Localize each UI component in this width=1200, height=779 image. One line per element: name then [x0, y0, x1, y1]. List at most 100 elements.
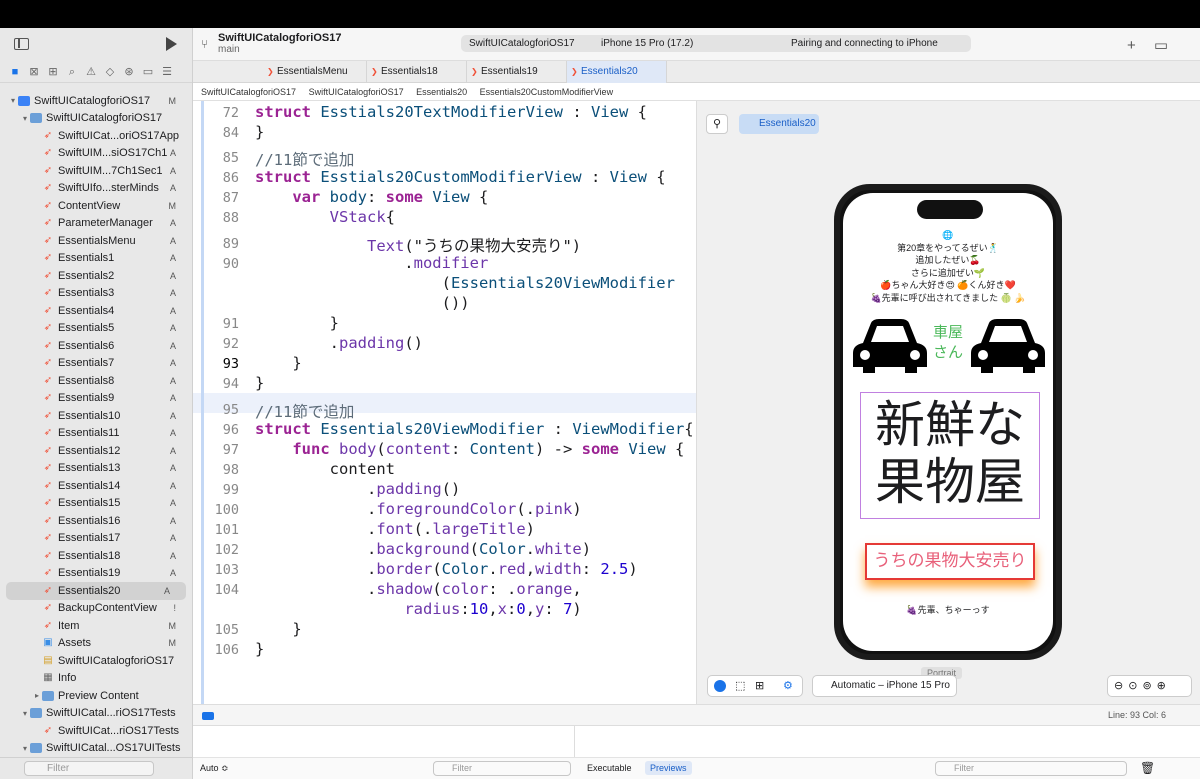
sidebar-item[interactable]: ➶ Essentials4 A [0, 302, 192, 320]
sidebar-item[interactable]: ➶ Essentials1 A [0, 250, 192, 268]
breakpoint-icon[interactable]: ▭ [142, 66, 154, 78]
sidebar-item[interactable]: ➶ Essentials18 A [0, 547, 192, 565]
disclosure-icon[interactable]: ▾ [8, 96, 18, 105]
jump-symbol[interactable]: Essentials20CustomModifierView [480, 87, 613, 97]
tab-essentialsmenu[interactable]: EssentialsMenu [263, 61, 367, 83]
zoom-controls[interactable]: ⊖⊙⊚⊕ [1107, 675, 1192, 697]
sidebar-item[interactable]: ➶ Essentials3 A [0, 285, 192, 303]
preview-mode-buttons[interactable]: ⬚ ⊞ ⚙ [707, 675, 803, 697]
code-line[interactable]: struct Esstials20CustomModifierView : Vi… [255, 168, 666, 186]
code-line[interactable]: } [255, 123, 264, 141]
device-selector[interactable]: Automatic – iPhone 15 Pro [812, 675, 957, 697]
source-editor[interactable]: 72 struct Esstials20TextModifierView : Vi… [193, 101, 697, 704]
folder-icon[interactable]: ■ [9, 66, 21, 78]
code-line[interactable]: radius:10,x:0,y: 7) [255, 600, 581, 618]
code-line[interactable]: (Essentials20ViewModifier [255, 274, 675, 292]
disclosure-icon[interactable]: ▾ [20, 744, 30, 753]
sidebar-item[interactable]: ➶ SwiftUIM...7Ch1Sec1 A [0, 162, 192, 180]
sidebar-item[interactable]: ➶ Essentials8 A [0, 372, 192, 390]
executable-tab[interactable]: Executable [587, 763, 632, 773]
code-line[interactable]: //11節で追加 [255, 400, 354, 422]
code-line[interactable]: .modifier [255, 254, 488, 272]
sidebar-item[interactable]: ▦ Info [0, 670, 192, 688]
code-line[interactable]: Text("うちの果物大安売り") [255, 234, 581, 256]
search-icon[interactable]: ⌕ [66, 66, 78, 78]
debug-icon[interactable]: ⊛ [123, 66, 135, 78]
code-line[interactable]: } [255, 620, 301, 638]
code-line[interactable]: content [255, 460, 395, 478]
sidebar-item[interactable]: ➶ Essentials13 A [0, 460, 192, 478]
code-line[interactable]: } [255, 314, 339, 332]
sidebar-item[interactable]: ➶ Item M [0, 617, 192, 635]
sidebar-item[interactable]: ➶ SwiftUIM...siOS17Ch1 A [0, 145, 192, 163]
jump-project[interactable]: SwiftUICatalogforiOS17 [201, 87, 296, 97]
sidebar-item[interactable]: ➶ ParameterManager A [0, 215, 192, 233]
sidebar-item[interactable]: ➶ Essentials9 A [0, 390, 192, 408]
code-line[interactable]: .background(Color.white) [255, 540, 591, 558]
zoom-fit-icon[interactable]: ⊙ [1128, 680, 1142, 692]
code-line[interactable]: struct Essentials20ViewModifier : ViewMo… [255, 420, 694, 438]
sidebar-item[interactable]: ▾ SwiftUICatal...OS17UITests [0, 740, 192, 758]
settings-icon[interactable]: ⚙ [783, 679, 793, 692]
code-line[interactable]: func body(content: Content) -> some View… [255, 440, 684, 458]
code-line[interactable]: .font(.largeTitle) [255, 520, 535, 538]
sidebar-item[interactable]: ➶ Essentials10 A [0, 407, 192, 425]
sidebar-item[interactable]: ▾ SwiftUICatal...riOS17Tests [0, 705, 192, 723]
sidebar-item[interactable]: ➶ Essentials15 A [0, 495, 192, 513]
zoom-out-icon[interactable]: ⊖ [1114, 680, 1128, 692]
trash-icon[interactable]: 🗑 [1140, 761, 1155, 775]
code-line[interactable]: .padding() [255, 480, 460, 498]
issue-icon[interactable]: ⚠ [85, 66, 97, 78]
run-icon[interactable] [166, 37, 177, 51]
sidebar-item[interactable]: ➶ Essentials6 A [0, 337, 192, 355]
sidebar-item[interactable]: ➶ SwiftUICat...riOS17Tests [0, 722, 192, 740]
code-line[interactable]: .border(Color.red,width: 2.5) [255, 560, 638, 578]
sidebar-item[interactable]: ➶ ContentView M [0, 197, 192, 215]
jump-group[interactable]: SwiftUICatalogforiOS17 [309, 87, 404, 97]
code-line[interactable]: } [255, 354, 301, 372]
sidebar-item[interactable]: ➶ BackupContentView! [0, 600, 192, 618]
sidebar-item[interactable]: ➶ Essentials14 A [0, 477, 192, 495]
test-icon[interactable]: ◇ [104, 66, 116, 78]
sidebar-item[interactable]: ➶ Essentials5 A [0, 320, 192, 338]
sidebar-item[interactable]: ➶ Essentials20 A [6, 582, 186, 600]
sidebar-item[interactable]: ▾ SwiftUICatalogforiOS17 M [0, 92, 192, 110]
sidebar-item[interactable]: ➶ EssentialsMenu A [0, 232, 192, 250]
tab-essentials20[interactable]: Essentials20 [567, 61, 667, 83]
sidebar-item[interactable]: ▾ SwiftUICatalogforiOS17 [0, 110, 192, 128]
sidebar-filter-input[interactable]: Filter [24, 761, 154, 776]
sidebar-item[interactable]: ➶ Essentials16 A [0, 512, 192, 530]
code-line[interactable]: .foregroundColor(.pink) [255, 500, 582, 518]
run-destination[interactable]: iPhone 15 Pro (17.2) [601, 35, 693, 52]
disclosure-icon[interactable]: ▾ [20, 709, 30, 718]
auto-selector[interactable]: Auto ≎ [200, 763, 229, 774]
sidebar-toggle-icon[interactable] [14, 38, 29, 50]
symbol-icon[interactable]: ⊞ [47, 66, 59, 78]
scheme-activity-bar[interactable]: SwiftUICatalogforiOS17 iPhone 15 Pro (17… [461, 35, 971, 52]
source-control-icon[interactable]: ⊠ [28, 66, 40, 78]
code-line[interactable]: ()) [255, 294, 470, 312]
disclosure-icon[interactable]: ▾ [20, 114, 30, 123]
debug-toggle-icon[interactable] [202, 712, 214, 720]
code-line[interactable]: //11節で追加 [255, 148, 354, 170]
variables-filter[interactable]: Filter [433, 761, 571, 776]
pin-icon[interactable]: ⚲ [706, 114, 728, 134]
code-line[interactable]: var body: some View { [255, 188, 488, 206]
code-line[interactable]: .shadow(color: .orange, [255, 580, 582, 598]
code-line[interactable]: .padding() [255, 334, 423, 352]
sidebar-item[interactable]: ➶ Essentials11 A [0, 425, 192, 443]
tab-essentials19[interactable]: Essentials19 [467, 61, 567, 83]
scheme-name[interactable]: SwiftUICatalogforiOS17 [469, 38, 575, 49]
sidebar-item[interactable]: ➶ Essentials2 A [0, 267, 192, 285]
previews-tab[interactable]: Previews [645, 761, 692, 775]
code-line[interactable]: } [255, 374, 264, 392]
code-line[interactable]: VStack{ [255, 208, 395, 226]
zoom-100-icon[interactable]: ⊚ [1142, 680, 1156, 692]
sidebar-item[interactable]: ➶ Essentials7 A [0, 355, 192, 373]
tab-essentials18[interactable]: Essentials18 [367, 61, 467, 83]
sidebar-item[interactable]: ▣ Assets M [0, 635, 192, 653]
sidebar-item[interactable]: ▸ Preview Content [0, 687, 192, 705]
add-icon[interactable]: + [1127, 37, 1154, 54]
select-icon[interactable]: ⬚ [735, 679, 745, 692]
zoom-in-icon[interactable]: ⊕ [1157, 680, 1171, 692]
